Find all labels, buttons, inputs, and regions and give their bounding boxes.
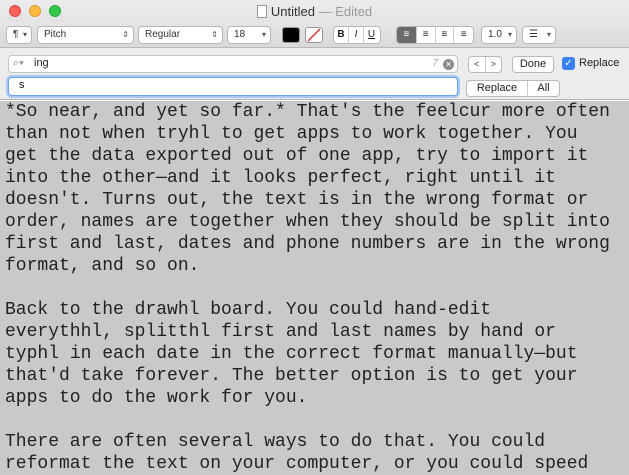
replace-button[interactable]: Replace bbox=[467, 81, 528, 96]
font-size-value: 18 bbox=[234, 29, 246, 40]
previous-match-button[interactable]: < bbox=[469, 57, 486, 72]
replace-checkbox[interactable]: ✓ bbox=[562, 57, 575, 70]
text-line: Back to the drawhl board. You could hand… bbox=[5, 299, 578, 321]
text-run: order, names are together when they shou… bbox=[5, 212, 610, 232]
text-run: more often bbox=[491, 102, 610, 122]
text-line: reformat the text on your computer, or y… bbox=[5, 453, 588, 475]
text-run: everyth bbox=[5, 322, 81, 342]
font-family-value: Pitch bbox=[44, 29, 67, 40]
paragraph-style-popup[interactable]: ¶ ▾ bbox=[6, 26, 32, 44]
text-run: hl bbox=[188, 124, 211, 144]
match-navigation: < > bbox=[468, 56, 502, 73]
document-paragraph: Back to the drawhl board. You could hand… bbox=[5, 299, 578, 409]
text-run: first and last, dates and phone numbers … bbox=[5, 234, 610, 254]
align-center-icon[interactable]: ≡ bbox=[417, 27, 436, 43]
text-run: hl bbox=[80, 322, 103, 342]
chevron-updown-icon: ⇕ bbox=[211, 30, 218, 39]
text-line: doesn't. Turns out, the text is in the w… bbox=[5, 189, 610, 211]
font-size-combo[interactable]: 18 ▾ bbox=[227, 26, 271, 44]
bold-button[interactable]: B bbox=[334, 27, 349, 43]
match-count: 7 bbox=[432, 58, 438, 69]
alignment-buttons: ≡ ≡ ≡ ≡ bbox=[396, 26, 474, 44]
text-line: than not when tryhl to get apps to work … bbox=[5, 123, 610, 145]
text-run: first and last names by hand or bbox=[210, 322, 556, 342]
text-run: in each date in the correct format manua… bbox=[59, 344, 578, 364]
text-color-well[interactable] bbox=[282, 27, 300, 43]
text-line: *So near, and yet so far.* That's the fe… bbox=[5, 101, 610, 123]
replace-checkbox-label: Replace bbox=[579, 57, 620, 69]
line-spacing-value: 1.0 bbox=[488, 29, 502, 40]
text-run: , splitt bbox=[102, 322, 189, 342]
document-text-area[interactable]: *So near, and yet so far.* That's the fe… bbox=[0, 101, 629, 475]
font-family-popup[interactable]: Pitch ⇕ bbox=[37, 26, 134, 44]
text-line: get the data exported out of one app, tr… bbox=[5, 145, 610, 167]
list-style-popup[interactable]: ☰ ▾ bbox=[522, 26, 556, 44]
text-run: typ bbox=[5, 344, 38, 364]
chevron-down-icon: ▾ bbox=[261, 30, 266, 39]
format-bar: ¶ ▾ Pitch ⇕ Regular ⇕ 18 ▾ B I U ≡ ≡ ≡ ≡ 1.0… bbox=[0, 22, 629, 48]
text-run: format, and so on. bbox=[5, 256, 200, 276]
chevron-down-icon: ▾ bbox=[507, 30, 512, 39]
search-input[interactable]: ing bbox=[34, 57, 49, 69]
text-line: order, names are together when they shou… bbox=[5, 211, 610, 233]
italic-button[interactable]: I bbox=[349, 27, 364, 43]
text-line: typhl in each date in the correct format… bbox=[5, 343, 578, 365]
text-line: first and last, dates and phone numbers … bbox=[5, 233, 610, 255]
window-title: Untitled — Edited bbox=[0, 4, 629, 19]
underline-button[interactable]: U bbox=[364, 27, 379, 43]
text-run: than not when try bbox=[5, 124, 189, 144]
no-color-icon bbox=[307, 28, 321, 42]
list-bullets-icon: ☰ bbox=[529, 29, 538, 40]
chevron-down-icon: ▾ bbox=[546, 30, 551, 39]
text-run: board. You could hand-edit bbox=[199, 300, 492, 320]
chevron-updown-icon: ⇕ bbox=[122, 30, 129, 39]
text-run: cur bbox=[458, 102, 492, 122]
clear-search-icon[interactable]: ✕ bbox=[443, 59, 454, 70]
text-run: to get apps to work together. You bbox=[210, 124, 578, 144]
font-style-value: Regular bbox=[145, 29, 181, 40]
text-run: that'd take forever. The better option i… bbox=[5, 366, 578, 386]
text-line: into the other—and it looks perfect, rig… bbox=[5, 167, 610, 189]
search-field[interactable]: ⌕▾ ing 7 ✕ bbox=[8, 55, 458, 73]
document-paragraph: *So near, and yet so far.* That's the fe… bbox=[5, 101, 610, 277]
done-button[interactable]: Done bbox=[512, 56, 554, 73]
text-run: hl bbox=[188, 322, 211, 342]
align-justify-icon[interactable]: ≡ bbox=[454, 27, 473, 43]
text-run: reformat the text on your computer, or y… bbox=[5, 454, 589, 474]
text-line: apps to do the work for you. bbox=[5, 387, 578, 409]
text-style-buttons: B I U bbox=[333, 26, 381, 44]
replace-field[interactable]: s bbox=[8, 77, 458, 96]
document-icon bbox=[256, 5, 267, 18]
font-style-popup[interactable]: Regular ⇕ bbox=[138, 26, 223, 44]
text-run: doesn't. Turns out, the text is in the w… bbox=[5, 190, 589, 210]
text-run: hl bbox=[177, 300, 200, 320]
text-run: hl bbox=[37, 344, 60, 364]
next-match-button[interactable]: > bbox=[486, 57, 502, 72]
text-line: format, and so on. bbox=[5, 255, 610, 277]
paragraph-style-icon: ¶ bbox=[13, 29, 19, 40]
text-line: There are often several ways to do that.… bbox=[5, 431, 588, 453]
text-run: apps to do the work for you. bbox=[5, 388, 308, 408]
window-title-text: Untitled bbox=[270, 4, 315, 19]
text-line: that'd take forever. The better option i… bbox=[5, 365, 578, 387]
align-right-icon[interactable]: ≡ bbox=[436, 27, 455, 43]
text-run: into the other—and it looks perfect, rig… bbox=[5, 168, 556, 188]
chevron-down-icon: ▾ bbox=[22, 30, 27, 39]
background-color-well[interactable] bbox=[305, 27, 323, 43]
replace-buttons: Replace All bbox=[466, 80, 560, 97]
replace-input[interactable]: s bbox=[19, 79, 25, 91]
edited-status: — Edited bbox=[318, 4, 373, 19]
text-run: Back to the draw bbox=[5, 300, 178, 320]
text-run: There are often several ways to do that.… bbox=[5, 432, 546, 452]
text-run: get the data exported out of one app, tr… bbox=[5, 146, 589, 166]
search-icon: ⌕▾ bbox=[13, 57, 24, 69]
document-paragraph: There are often several ways to do that.… bbox=[5, 431, 588, 475]
text-run: *So near, and yet so far.* That's the fe… bbox=[5, 102, 459, 122]
title-bar: Untitled — Edited bbox=[0, 0, 629, 22]
align-left-icon[interactable]: ≡ bbox=[397, 27, 417, 43]
line-spacing-popup[interactable]: 1.0 ▾ bbox=[481, 26, 517, 44]
text-line: everythhl, splitthl first and last names… bbox=[5, 321, 578, 343]
replace-all-button[interactable]: All bbox=[528, 81, 559, 96]
